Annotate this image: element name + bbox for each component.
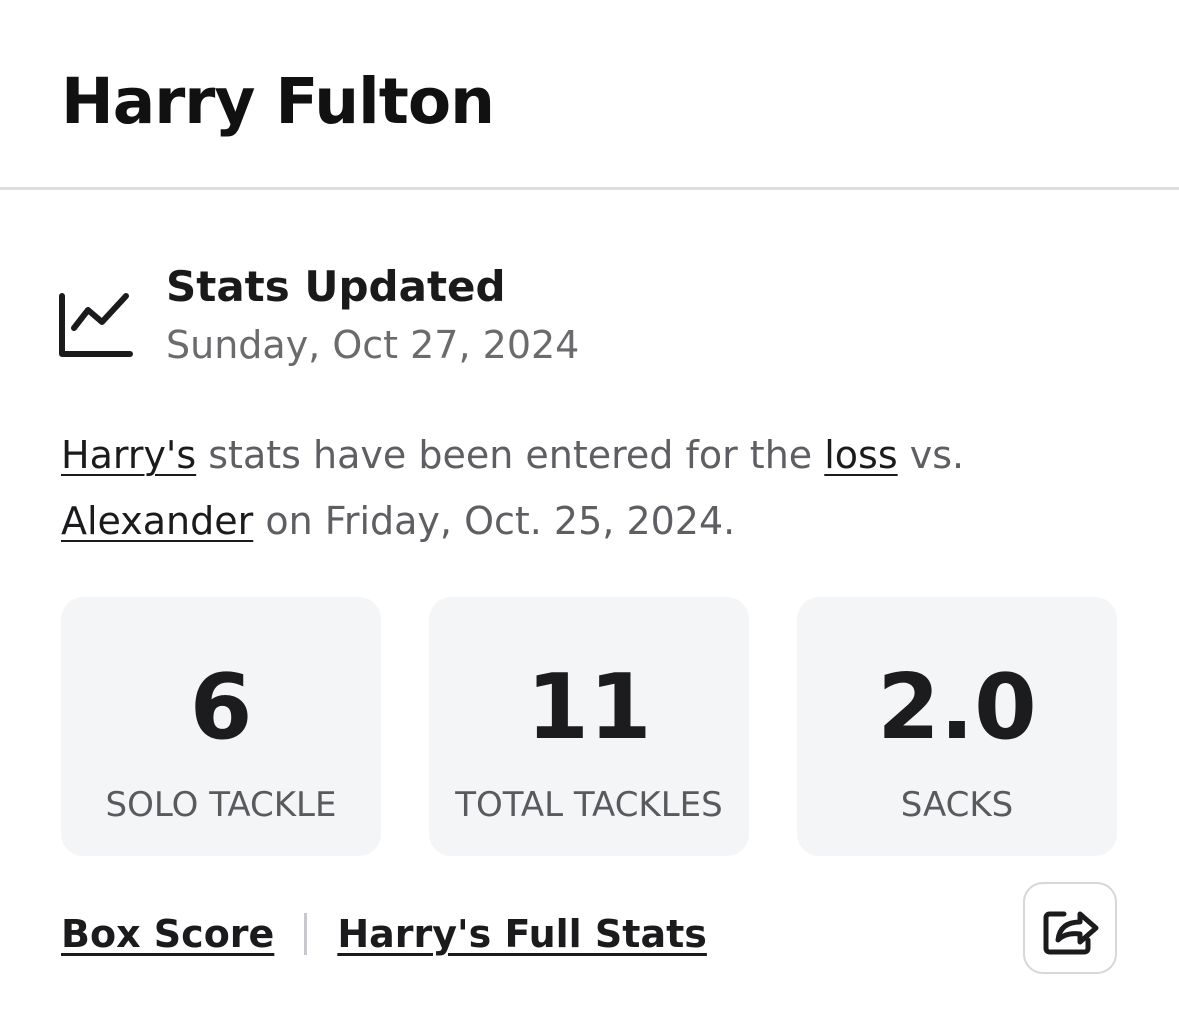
link-divider: [304, 913, 308, 955]
summary-text-1: stats have been entered for the: [196, 433, 825, 477]
update-text: Stats Updated Sunday, Oct 27, 2024: [166, 262, 579, 370]
share-button[interactable]: [1023, 882, 1117, 974]
result-link[interactable]: loss: [824, 433, 897, 477]
stats-card: Harry Fulton Stats Updated Sunday, Oct 2…: [0, 0, 1179, 1034]
update-date: Sunday, Oct 27, 2024: [166, 323, 580, 367]
summary-text-3: on Friday, Oct. 25, 2024.: [253, 499, 736, 543]
summary-text-2: vs.: [897, 433, 965, 477]
line-chart-icon: [59, 293, 133, 357]
footer-links: Box Score Harry's Full Stats: [61, 906, 707, 962]
stat-boxes: 6 SOLO TACKLE 11 TOTAL TACKLES 2.0 SACKS: [61, 597, 1117, 856]
game-summary: Harry's stats have been entered for the …: [61, 422, 1121, 554]
stat-label: SOLO TACKLE: [105, 785, 337, 825]
share-icon: [1043, 911, 1099, 955]
stat-value: 2.0: [877, 655, 1037, 760]
opponent-link[interactable]: Alexander: [61, 499, 253, 543]
stat-box-sacks: 2.0 SACKS: [797, 597, 1117, 856]
full-stats-link[interactable]: Harry's Full Stats: [337, 912, 707, 956]
stat-box-solo-tackle: 6 SOLO TACKLE: [61, 597, 381, 856]
stat-box-total-tackles: 11 TOTAL TACKLES: [429, 597, 749, 856]
stat-value: 11: [526, 655, 652, 760]
card-header: Harry Fulton: [0, 0, 1179, 190]
player-name: Harry Fulton: [61, 65, 495, 138]
stat-value: 6: [189, 655, 253, 760]
stats-updated-row: Stats Updated Sunday, Oct 27, 2024: [58, 262, 579, 370]
player-link[interactable]: Harry's: [61, 433, 196, 477]
box-score-link[interactable]: Box Score: [61, 912, 274, 956]
stat-label: SACKS: [900, 785, 1014, 825]
stat-label: TOTAL TACKLES: [455, 785, 723, 825]
update-title: Stats Updated: [166, 262, 506, 311]
